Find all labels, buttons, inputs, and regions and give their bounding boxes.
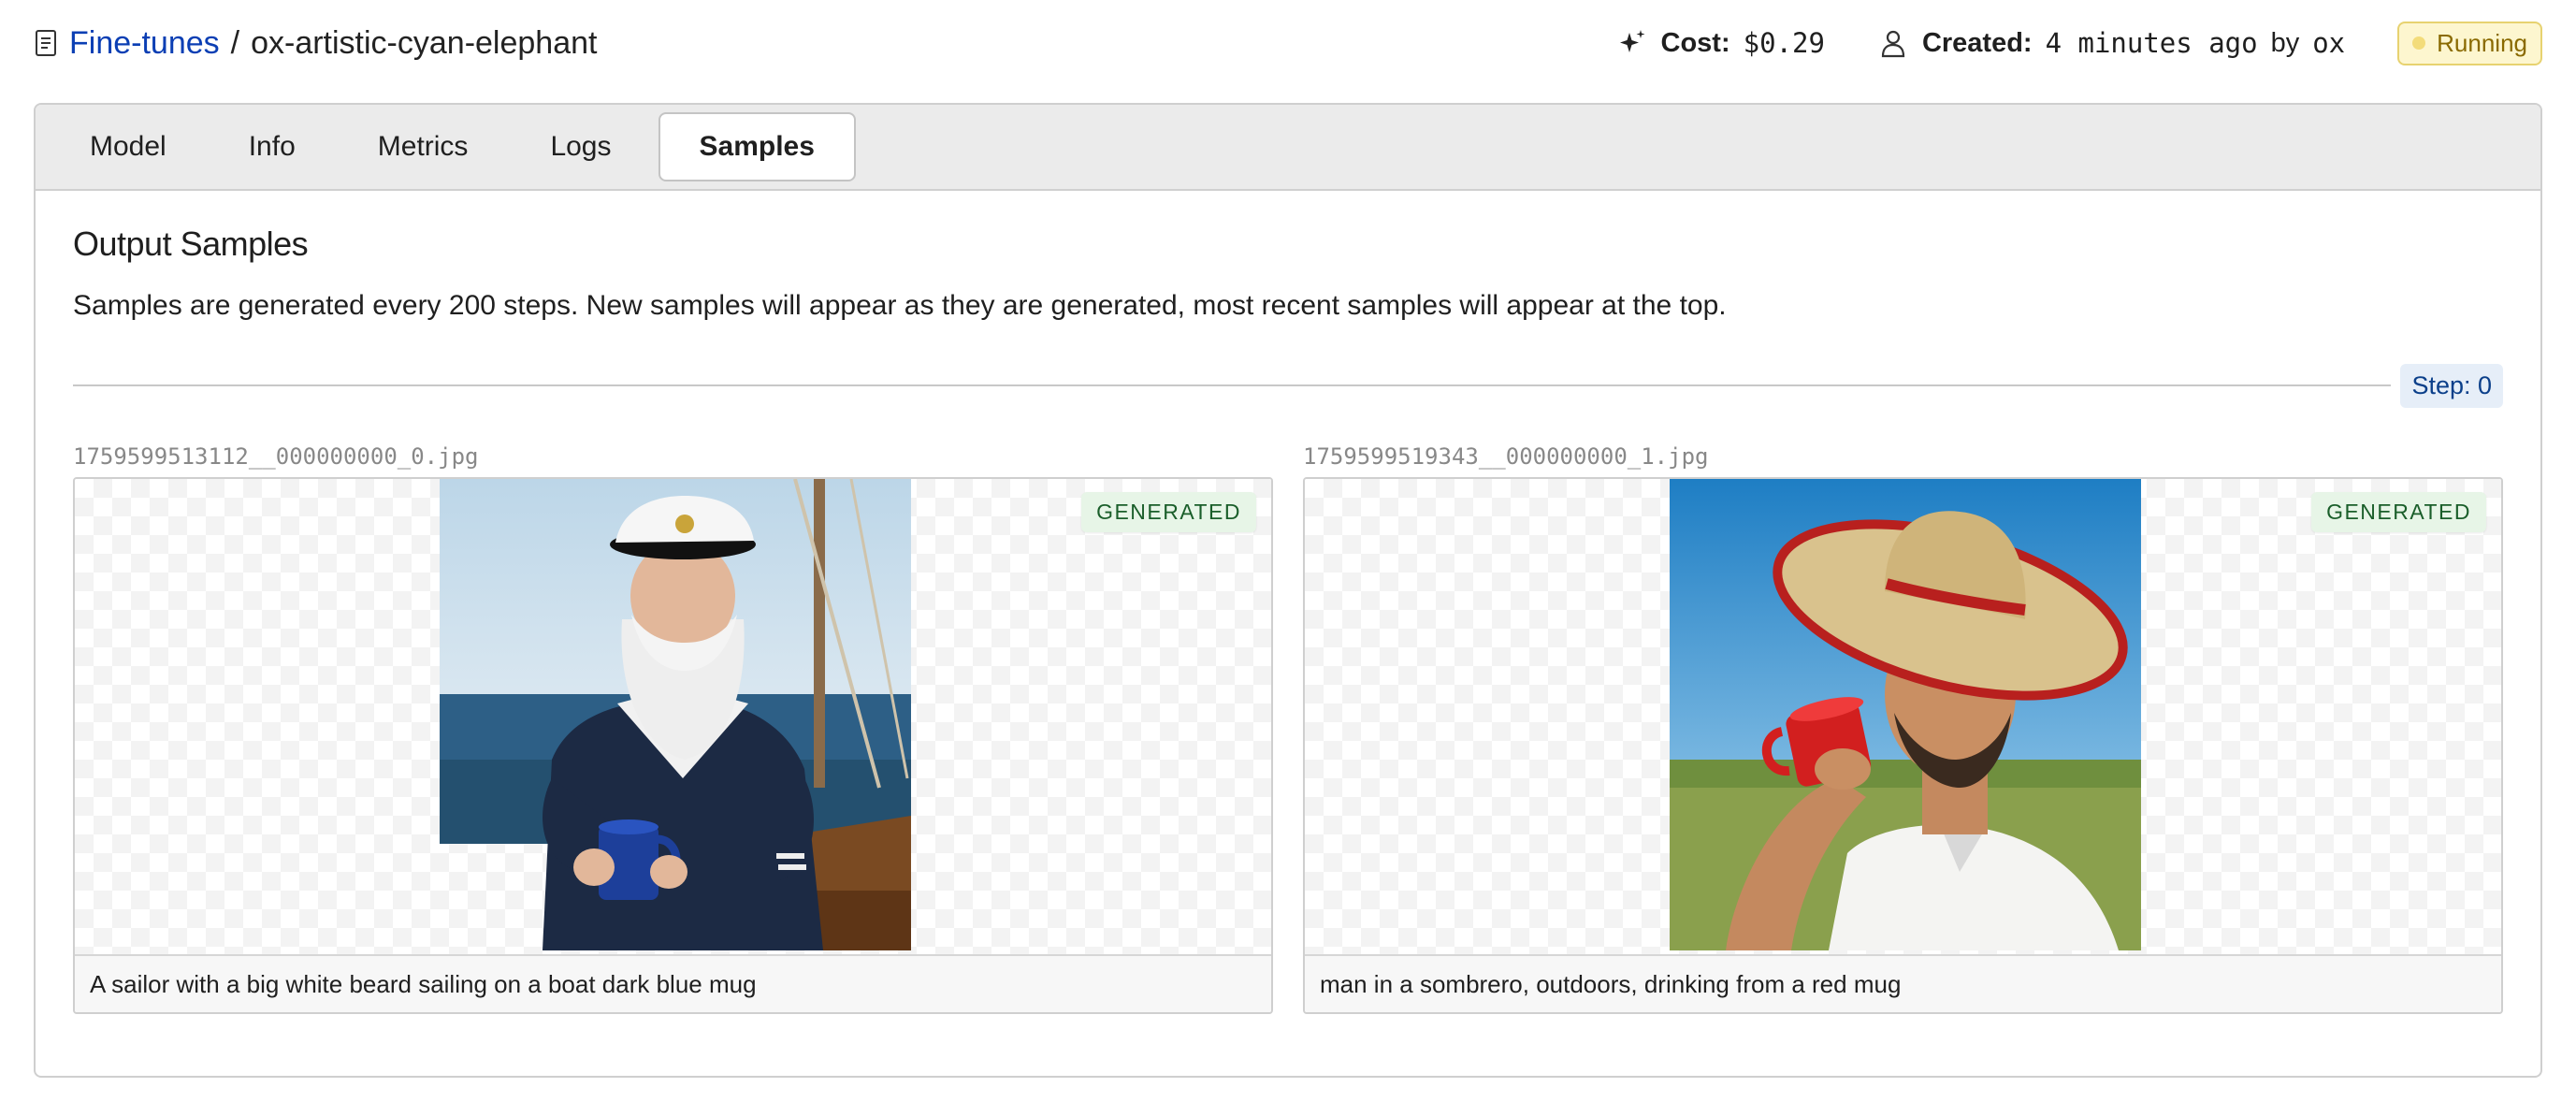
step-divider: Step: 0 xyxy=(73,361,2503,410)
sample-card: 1759599519343__000000000_1.jpg GENERATED… xyxy=(1303,443,2503,1014)
sparkle-icon xyxy=(1619,30,1645,52)
cost-value: $0.29 xyxy=(1743,27,1825,59)
sample-caption: man in a sombrero, outdoors, drinking fr… xyxy=(1305,954,2501,1012)
step-badge: Step: 0 xyxy=(2400,363,2503,408)
tab-metrics[interactable]: Metrics xyxy=(342,112,504,181)
samples-grid: 1759599513112__000000000_0.jpg GENERATED… xyxy=(73,443,2503,1014)
tab-logs[interactable]: Logs xyxy=(514,112,646,181)
fine-tune-panel: Model Info Metrics Logs Samples Output S… xyxy=(34,103,2542,1078)
page-header: Fine-tunes / ox-artistic-cyan-elephant C… xyxy=(34,19,2542,67)
sample-image-sombrero[interactable] xyxy=(1670,479,2141,950)
sample-frame: GENERATED A sailor with a big white bear… xyxy=(73,477,1273,1014)
generated-badge: GENERATED xyxy=(2311,492,2486,532)
status-text: Running xyxy=(2437,28,2527,57)
samples-content: Output Samples Samples are generated eve… xyxy=(36,225,2540,1014)
tab-samples[interactable]: Samples xyxy=(658,112,856,181)
user-icon xyxy=(1881,30,1905,58)
tab-model[interactable]: Model xyxy=(54,112,202,181)
generated-badge: GENERATED xyxy=(1081,492,1256,532)
status-dot-icon xyxy=(2412,36,2426,50)
created-label: Created: xyxy=(1921,27,2033,58)
created-user: ox xyxy=(2312,27,2346,59)
page-title: ox-artistic-cyan-elephant xyxy=(251,24,598,61)
section-description: Samples are generated every 200 steps. N… xyxy=(73,290,1727,321)
sample-image-area: GENERATED xyxy=(1305,479,2501,954)
status-badge: Running xyxy=(2397,21,2542,65)
created-by-label: by xyxy=(2270,27,2300,58)
sample-card: 1759599513112__000000000_0.jpg GENERATED… xyxy=(73,443,1273,1014)
tab-info[interactable]: Info xyxy=(213,112,331,181)
breadcrumb-fine-tunes-link[interactable]: Fine-tunes xyxy=(69,25,220,62)
sample-filename: 1759599513112__000000000_0.jpg xyxy=(73,443,479,470)
sample-image-sailor[interactable] xyxy=(440,479,911,950)
job-meta: Cost: $0.29 Created: 4 minutes ago by ox… xyxy=(1616,21,2542,65)
sample-image-area: GENERATED xyxy=(75,479,1271,954)
sample-frame: GENERATED man in a sombrero, outdoors, d… xyxy=(1303,477,2503,1014)
tab-bar: Model Info Metrics Logs Samples xyxy=(36,105,2540,191)
cost-label: Cost: xyxy=(1660,27,1730,58)
divider-line xyxy=(73,384,2392,386)
sample-filename: 1759599519343__000000000_1.jpg xyxy=(1303,443,1709,470)
breadcrumb: Fine-tunes / ox-artistic-cyan-elephant xyxy=(34,25,597,62)
sample-caption: A sailor with a big white beard sailing … xyxy=(75,954,1271,1012)
section-title: Output Samples xyxy=(73,225,309,263)
breadcrumb-separator: / xyxy=(230,24,240,61)
created-value: 4 minutes ago xyxy=(2045,27,2258,59)
document-icon xyxy=(36,30,56,56)
